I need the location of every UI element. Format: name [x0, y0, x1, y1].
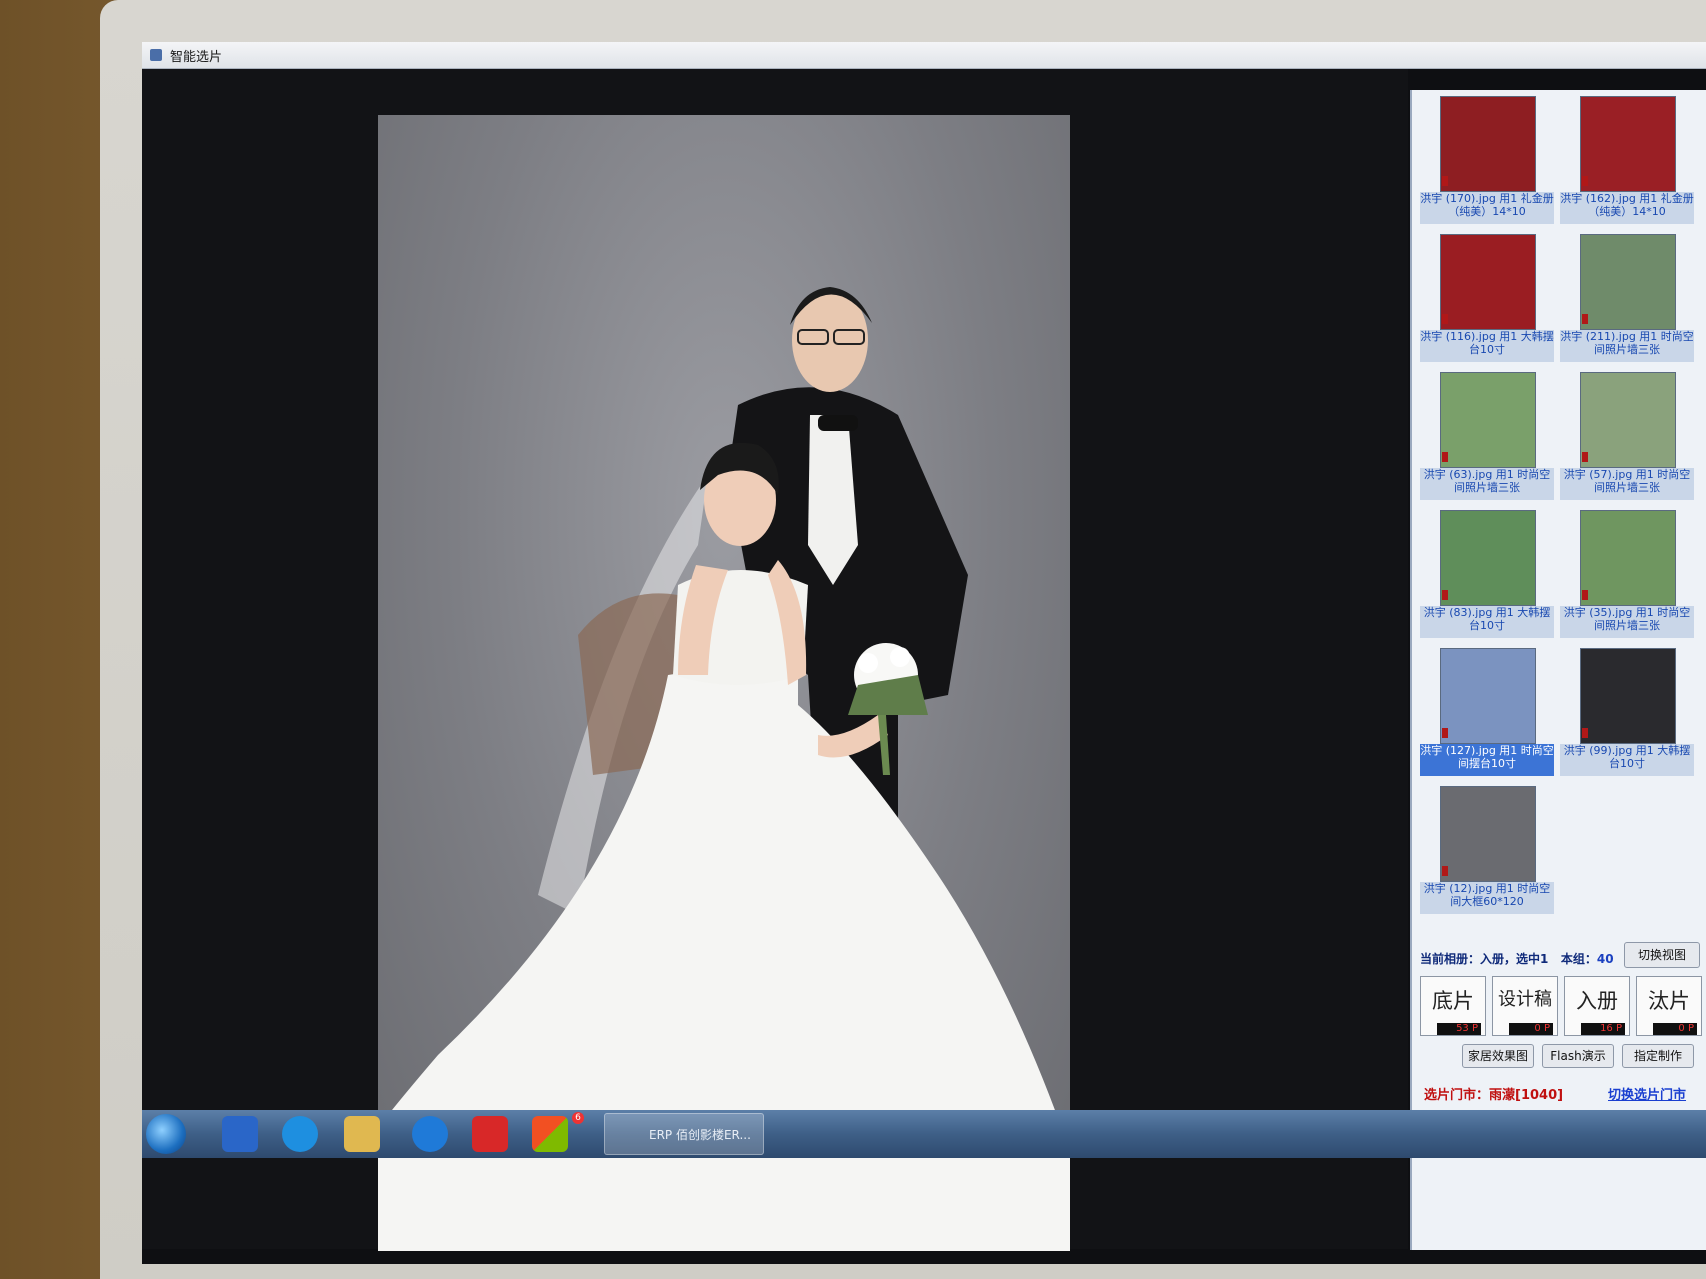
switch-store-link[interactable]: 切换选片门市 [1608, 1084, 1686, 1103]
thumbnail-item[interactable]: 洪宇 (57).jpg 用1 时尚空间照片墙三张 [1560, 372, 1694, 502]
category-count: 0 P [1653, 1023, 1697, 1035]
category-count: 53 P [1437, 1023, 1481, 1035]
category-label: 入册 [1576, 989, 1618, 1013]
thumbnail-image [1580, 648, 1676, 744]
thumbnail-image [1440, 372, 1536, 468]
thumbnail-image [1440, 96, 1536, 192]
category-button-design[interactable]: 设计稿 0 P [1492, 976, 1558, 1036]
home-effect-button[interactable]: 家居效果图 [1462, 1044, 1534, 1068]
thumbnail-marker [1582, 728, 1588, 738]
window-titlebar: 智能选片 [142, 42, 1706, 69]
ie-browser-icon[interactable] [222, 1116, 258, 1152]
wps-icon[interactable] [472, 1116, 508, 1152]
thumbnail-caption: 洪宇 (99).jpg 用1 大韩摆台10寸 [1560, 744, 1694, 776]
thumbnail-image [1580, 234, 1676, 330]
category-count: 0 P [1509, 1023, 1553, 1035]
thumbnail-item[interactable]: 洪宇 (116).jpg 用1 大韩摆台10寸 [1420, 234, 1554, 364]
notification-badge: 6 [572, 1112, 584, 1124]
assign-make-button[interactable]: 指定制作 [1622, 1044, 1694, 1068]
thumbnail-image [1440, 648, 1536, 744]
category-button-rejected[interactable]: 汰片 0 P [1636, 976, 1702, 1036]
thumbnail-marker [1442, 176, 1448, 186]
category-count: 16 P [1581, 1023, 1625, 1035]
group-count: 40 [1596, 952, 1614, 966]
thumbnail-marker [1442, 314, 1448, 324]
thumbnail-marker [1582, 452, 1588, 462]
thumbnail-image [1440, 510, 1536, 606]
thumbnail-image [1580, 372, 1676, 468]
thumbnail-marker [1442, 452, 1448, 462]
category-label: 汰片 [1648, 989, 1690, 1013]
thumbnail-caption: 洪宇 (116).jpg 用1 大韩摆台10寸 [1420, 330, 1554, 362]
main-photo[interactable] [378, 115, 1070, 1251]
thumbnail-caption: 洪宇 (170).jpg 用1 礼金册（纯美）14*10 [1420, 192, 1554, 224]
thumbnail-marker [1442, 590, 1448, 600]
thumbnail-image [1440, 234, 1536, 330]
app-icon [150, 49, 162, 61]
thumbnail-marker [1582, 314, 1588, 324]
thumbnail-image [1580, 96, 1676, 192]
thumbnail-marker [1442, 866, 1448, 876]
window-title: 智能选片 [170, 49, 223, 65]
thumbnail-image [1440, 786, 1536, 882]
thumbnail-image [1580, 510, 1676, 606]
category-button-album[interactable]: 入册 16 P [1564, 976, 1630, 1036]
thumbnail-panel: 洪宇 (170).jpg 用1 礼金册（纯美）14*10 洪宇 (162).jpg… [1410, 90, 1706, 1250]
thumbnail-item[interactable]: 洪宇 (83).jpg 用1 大韩摆台10寸 [1420, 510, 1554, 640]
thumbnail-item[interactable]: 洪宇 (35).jpg 用1 时尚空间照片墙三张 [1560, 510, 1694, 640]
thumbnail-marker [1442, 728, 1448, 738]
taskbar: 6 ERP 佰创影楼ER... [142, 1110, 1706, 1158]
thumbnail-item[interactable]: 洪宇 (162).jpg 用1 礼金册（纯美）14*10 [1560, 96, 1694, 226]
thumbnail-item[interactable]: 洪宇 (170).jpg 用1 礼金册（纯美）14*10 [1420, 96, 1554, 226]
thumbnail-item[interactable]: 洪宇 (211).jpg 用1 时尚空间照片墙三张 [1560, 234, 1694, 364]
category-label: 设计稿 [1498, 989, 1552, 1010]
store-label: 选片门市：雨濛[1040] [1424, 1088, 1564, 1103]
thumbnail-caption: 洪宇 (57).jpg 用1 时尚空间照片墙三张 [1560, 468, 1694, 500]
monitor-screen: 智能选片 洪宇 (170).jpg 用1 礼金册（纯美）14*10 洪宇 (16… [142, 42, 1706, 1264]
thumbnail-marker [1582, 590, 1588, 600]
current-album-label: 当前相册：入册，选中1 [1420, 952, 1549, 966]
thumbnail-item[interactable]: 洪宇 (99).jpg 用1 大韩摆台10寸 [1560, 648, 1694, 778]
thumbnail-caption: 洪宇 (12).jpg 用1 时尚空间大框60*120 [1420, 882, 1554, 914]
photo-viewer[interactable] [142, 69, 1408, 1251]
folder-icon[interactable] [344, 1116, 380, 1152]
category-button-negatives[interactable]: 底片 53 P [1420, 976, 1486, 1036]
thumbnail-caption: 洪宇 (127).jpg 用1 时尚空间摆台10寸 [1420, 744, 1554, 776]
edge-browser-icon[interactable] [412, 1116, 448, 1152]
thumbnail-item[interactable]: 洪宇 (127).jpg 用1 时尚空间摆台10寸 [1420, 648, 1554, 778]
thumbnail-caption: 洪宇 (35).jpg 用1 时尚空间照片墙三张 [1560, 606, 1694, 638]
switch-view-button[interactable]: 切换视图 [1624, 942, 1700, 968]
start-button-icon[interactable] [146, 1114, 186, 1154]
thumbnail-caption: 洪宇 (162).jpg 用1 礼金册（纯美）14*10 [1560, 192, 1694, 224]
thumbnail-item[interactable]: 洪宇 (63).jpg 用1 时尚空间照片墙三张 [1420, 372, 1554, 502]
thumbnail-caption: 洪宇 (211).jpg 用1 时尚空间照片墙三张 [1560, 330, 1694, 362]
taskbar-erp-task[interactable]: ERP 佰创影楼ER... [604, 1113, 764, 1155]
flash-demo-button[interactable]: Flash演示 [1542, 1044, 1614, 1068]
group-label: 本组： [1560, 952, 1597, 966]
thumbnail-marker [1582, 176, 1588, 186]
thumbnail-caption: 洪宇 (63).jpg 用1 时尚空间照片墙三张 [1420, 468, 1554, 500]
wedding-photo-image [378, 287, 1070, 1251]
app-store-icon[interactable] [532, 1116, 568, 1152]
thumbnail-caption: 洪宇 (83).jpg 用1 大韩摆台10寸 [1420, 606, 1554, 638]
category-label: 底片 [1432, 989, 1474, 1013]
thumbnail-item[interactable]: 洪宇 (12).jpg 用1 时尚空间大框60*120 [1420, 786, 1554, 916]
sogou-browser-icon[interactable] [282, 1116, 318, 1152]
